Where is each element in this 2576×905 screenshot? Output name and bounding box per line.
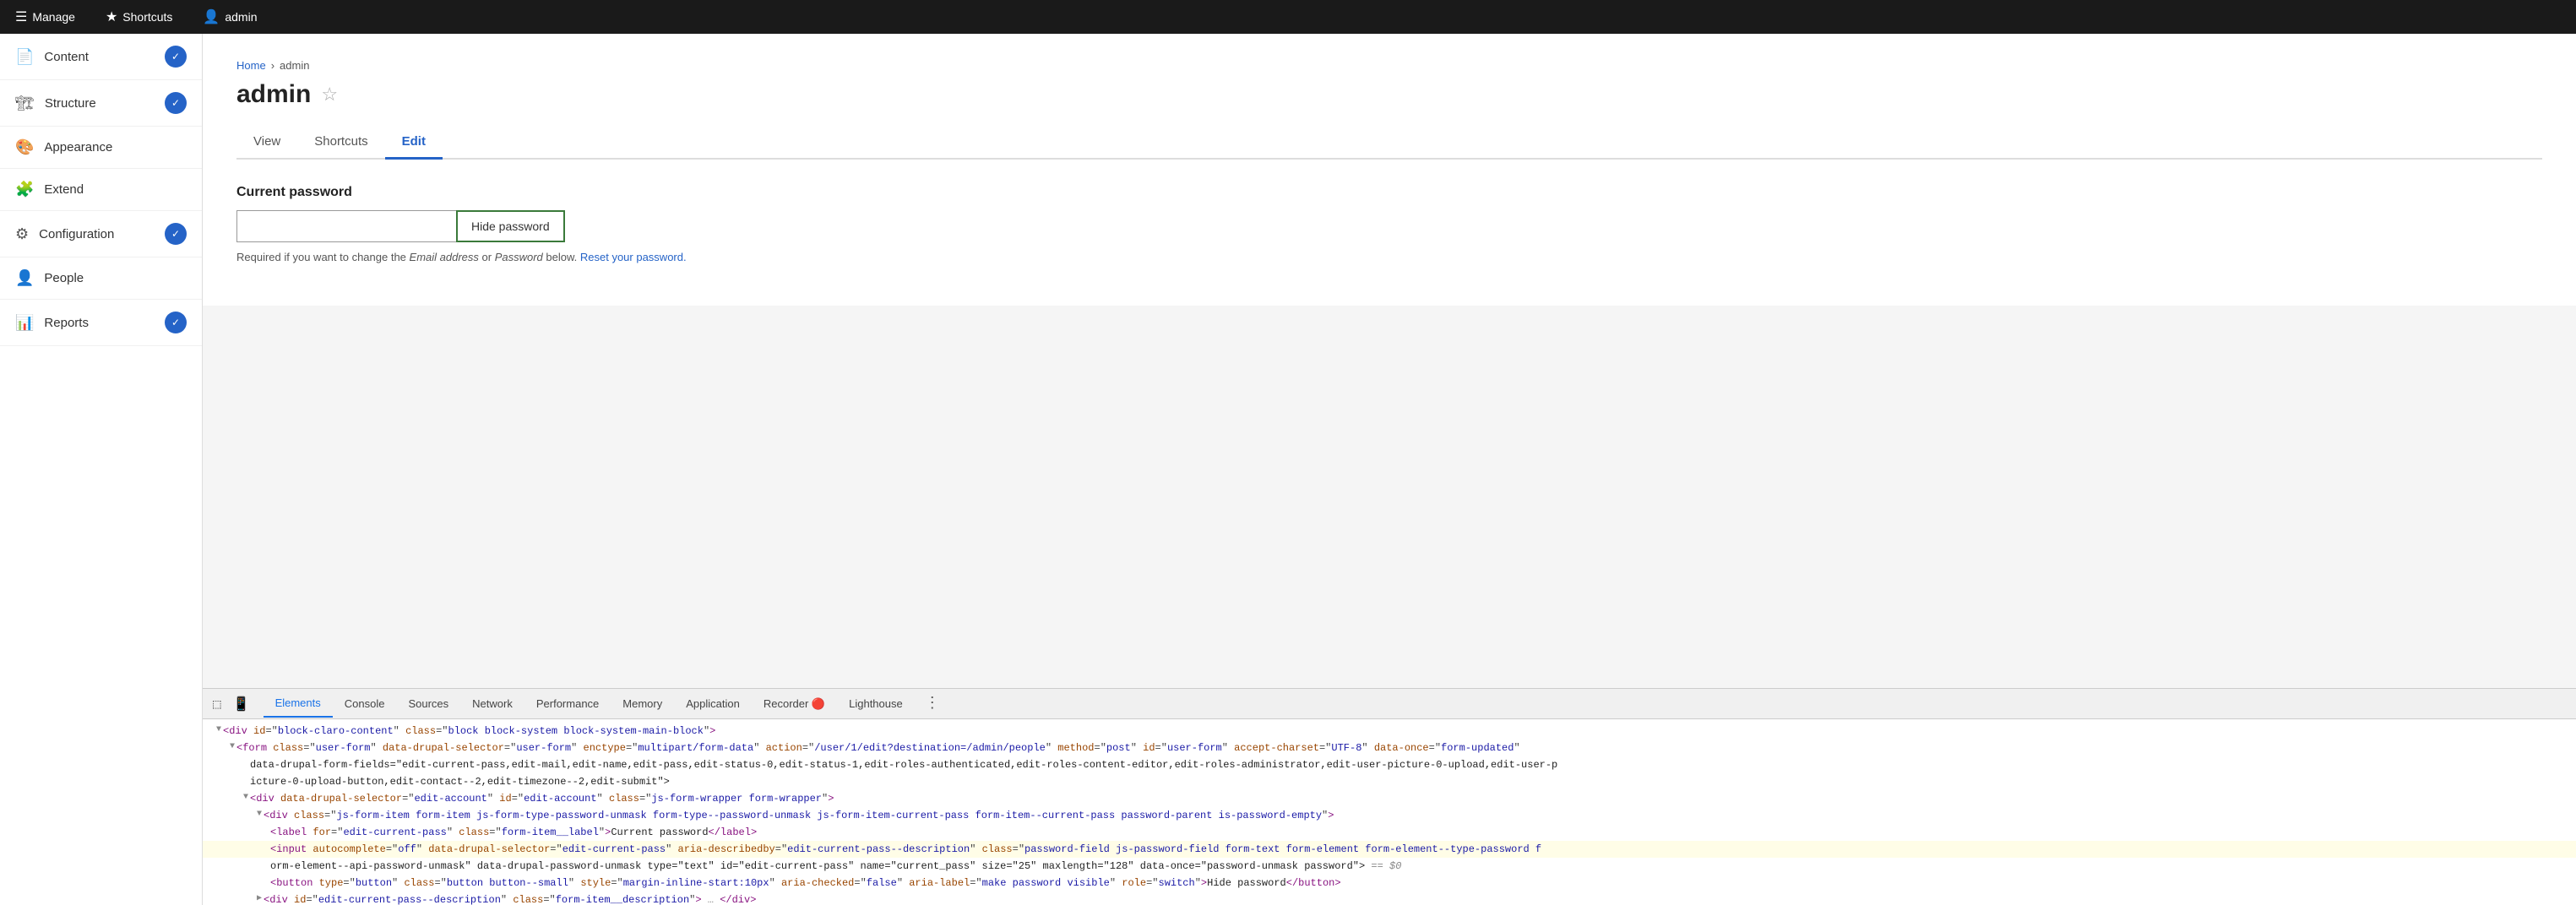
- page-title: admin: [236, 80, 311, 109]
- devtools-tab-sources[interactable]: Sources: [396, 691, 460, 717]
- code-line-9[interactable]: orm-element--api-password-unmask" data-d…: [203, 858, 2576, 875]
- devtools-device-icon[interactable]: 📱: [230, 692, 253, 716]
- sidebar-item-reports[interactable]: 📊 Reports ✓: [0, 300, 202, 346]
- reset-password-link[interactable]: Reset your password.: [580, 251, 687, 263]
- sidebar-label-structure: Structure: [45, 96, 96, 111]
- user-label: admin: [225, 10, 257, 24]
- expand-icon-6[interactable]: ▼: [257, 808, 262, 821]
- sidebar-item-configuration[interactable]: ⚙ Configuration ✓: [0, 211, 202, 257]
- manage-menu[interactable]: ☰ Manage: [8, 3, 82, 30]
- code-line-1[interactable]: ▼ <div id="block-claro-content" class="b…: [203, 723, 2576, 740]
- devtools-more-icon[interactable]: ⋮: [915, 693, 950, 715]
- tab-view[interactable]: View: [236, 126, 297, 160]
- current-password-label: Current password: [236, 185, 2542, 200]
- top-navigation: ☰ Manage ★ Shortcuts 👤 admin: [0, 0, 2576, 34]
- shortcuts-nav-label: Shortcuts: [122, 10, 172, 24]
- hamburger-icon: ☰: [15, 8, 27, 25]
- favorite-star-icon[interactable]: ☆: [321, 84, 338, 106]
- form-hint: Required if you want to change the Email…: [236, 251, 2542, 263]
- user-menu[interactable]: 👤 admin: [196, 3, 264, 30]
- star-nav-icon: ★: [106, 8, 117, 25]
- breadcrumb-current: admin: [280, 59, 309, 72]
- sidebar-item-structure[interactable]: 🏗 Structure ✓: [0, 80, 202, 127]
- devtools-tabbar: ⬚ 📱 Elements Console Sources Network Per…: [203, 689, 2576, 719]
- structure-icon: 🏗: [15, 95, 35, 112]
- reports-icon: 📊: [15, 314, 34, 332]
- devtools-tab-network[interactable]: Network: [460, 691, 524, 717]
- breadcrumb: Home › admin: [236, 59, 2542, 72]
- code-line-8[interactable]: <input autocomplete="off" data-drupal-se…: [203, 841, 2576, 858]
- sidebar-label-appearance: Appearance: [44, 140, 112, 154]
- devtools-panel: ⬚ 📱 Elements Console Sources Network Per…: [203, 688, 2576, 905]
- sidebar-item-extend[interactable]: 🧩 Extend: [0, 169, 202, 211]
- code-line-5[interactable]: ▼ <div data-drupal-selector="edit-accoun…: [203, 790, 2576, 807]
- devtools-code-content: ▼ <div id="block-claro-content" class="b…: [203, 719, 2576, 905]
- sidebar-label-extend: Extend: [44, 182, 84, 197]
- breadcrumb-home[interactable]: Home: [236, 59, 266, 72]
- reports-chevron: ✓: [165, 312, 187, 333]
- sidebar-item-appearance[interactable]: 🎨 Appearance: [0, 127, 202, 169]
- breadcrumb-separator: ›: [271, 59, 274, 72]
- devtools-tab-application[interactable]: Application: [674, 691, 752, 717]
- password-input-row: Hide password: [236, 210, 2542, 242]
- structure-chevron: ✓: [165, 92, 187, 114]
- code-line-2[interactable]: ▼ <form class="user-form" data-drupal-se…: [203, 740, 2576, 756]
- sidebar-item-content[interactable]: 📄 Content ✓: [0, 34, 202, 80]
- sidebar-item-people[interactable]: 👤 People: [0, 257, 202, 300]
- devtools-tab-recorder[interactable]: Recorder 🔴: [752, 691, 837, 718]
- devtools-inspect-icon[interactable]: ⬚: [209, 692, 225, 716]
- code-line-4[interactable]: icture-0-upload-button,edit-contact--2,e…: [203, 773, 2576, 790]
- current-password-section: Current password Hide password Required …: [236, 185, 2542, 263]
- content-inner: Home › admin admin ☆ View Shortcuts Edit: [203, 34, 2576, 306]
- hide-password-button[interactable]: Hide password: [456, 210, 565, 242]
- user-icon: 👤: [203, 8, 220, 25]
- shortcuts-menu[interactable]: ★ Shortcuts: [99, 3, 179, 30]
- code-line-3[interactable]: data-drupal-form-fields="edit-current-pa…: [203, 756, 2576, 773]
- main-layout: 📄 Content ✓ 🏗 Structure ✓ 🎨 Appearance 🧩…: [0, 34, 2576, 905]
- sidebar: 📄 Content ✓ 🏗 Structure ✓ 🎨 Appearance 🧩…: [0, 34, 203, 905]
- manage-label: Manage: [32, 10, 75, 24]
- code-line-7[interactable]: <label for="edit-current-pass" class="fo…: [203, 824, 2576, 841]
- expand-icon-1[interactable]: ▼: [216, 723, 221, 736]
- code-line-6[interactable]: ▼ <div class="js-form-item form-item js-…: [203, 807, 2576, 824]
- content-icon: 📄: [15, 48, 34, 66]
- expand-icon-11[interactable]: ▶: [257, 892, 262, 905]
- devtools-tab-elements[interactable]: Elements: [264, 690, 333, 718]
- content-chevron: ✓: [165, 46, 187, 68]
- sidebar-label-reports: Reports: [44, 316, 89, 330]
- content-area: Home › admin admin ☆ View Shortcuts Edit: [203, 34, 2576, 688]
- people-icon: 👤: [15, 269, 34, 287]
- devtools-tab-console[interactable]: Console: [333, 691, 397, 717]
- devtools-tab-lighthouse[interactable]: Lighthouse: [837, 691, 915, 717]
- tab-edit[interactable]: Edit: [385, 126, 443, 160]
- devtools-icons-left: ⬚ 📱: [209, 692, 253, 716]
- devtools-tab-performance[interactable]: Performance: [524, 691, 611, 717]
- page-tabs: View Shortcuts Edit: [236, 126, 2542, 160]
- sidebar-label-content: Content: [44, 50, 89, 64]
- configuration-icon: ⚙: [15, 225, 29, 243]
- page-title-row: admin ☆: [236, 80, 2542, 109]
- tab-shortcuts[interactable]: Shortcuts: [297, 126, 384, 160]
- sidebar-label-configuration: Configuration: [39, 227, 114, 241]
- code-line-11[interactable]: ▶ <div id="edit-current-pass--descriptio…: [203, 891, 2576, 905]
- code-line-10[interactable]: <button type="button" class="button butt…: [203, 875, 2576, 891]
- configuration-chevron: ✓: [165, 223, 187, 245]
- appearance-icon: 🎨: [15, 138, 34, 156]
- sidebar-label-people: People: [44, 271, 84, 285]
- extend-icon: 🧩: [15, 181, 34, 198]
- devtools-tab-memory[interactable]: Memory: [611, 691, 674, 717]
- expand-icon-5[interactable]: ▼: [243, 791, 248, 804]
- current-password-input[interactable]: [236, 210, 456, 242]
- expand-icon-2[interactable]: ▼: [230, 740, 235, 753]
